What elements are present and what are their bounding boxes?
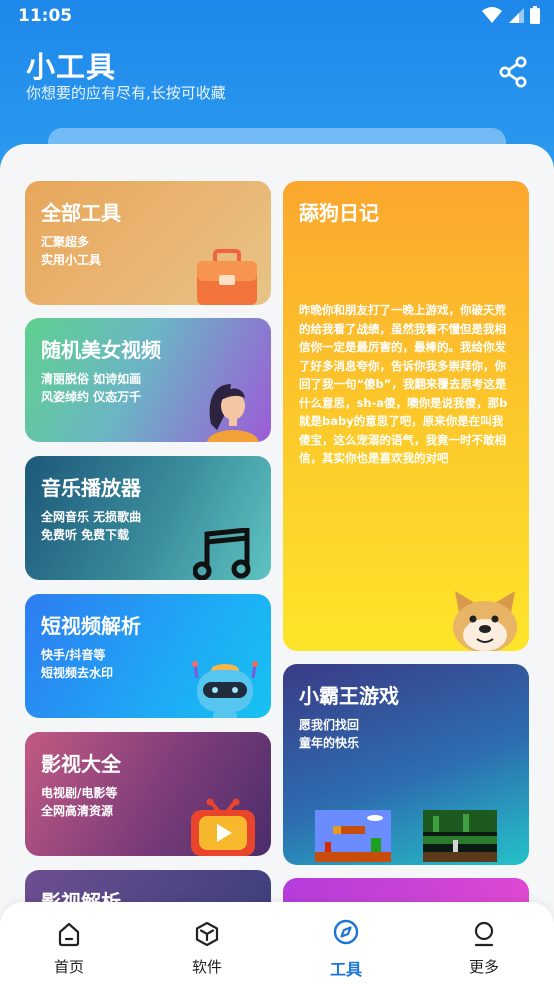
status-icons (482, 6, 540, 24)
wifi-icon (482, 7, 502, 23)
card-music-player[interactable]: 音乐播放器 全网音乐 无损歌曲 免费听 免费下载 (25, 456, 271, 580)
tab-more[interactable]: 更多 (434, 902, 534, 984)
card-desc: 电视剧/电影等 全网高清资源 (41, 786, 118, 818)
card-title: 影视大全 (41, 752, 121, 776)
cube-icon (195, 921, 219, 947)
music-note-icon (193, 528, 251, 580)
tab-label: 首页 (53, 958, 84, 976)
girl-illustration-icon (207, 384, 259, 442)
status-time: 11:05 (18, 6, 73, 26)
tab-label: 工具 (329, 960, 362, 979)
card-movie-collection[interactable]: 影视大全 电视剧/电影等 全网高清资源 (25, 732, 271, 856)
mario-game-thumbnail-icon (315, 810, 391, 862)
toolbox-icon (197, 249, 257, 305)
compass-icon (333, 919, 359, 945)
tab-label: 更多 (468, 958, 499, 976)
bottom-tab-bar: 首页 软件 工具 更多 (0, 902, 554, 984)
battery-icon (530, 6, 540, 24)
robot-icon (192, 661, 258, 718)
status-bar: 11:05 (0, 0, 554, 32)
tab-label: 软件 (191, 958, 222, 976)
tv-play-icon (191, 798, 255, 856)
card-desc: 全网音乐 无损歌曲 免费听 免费下载 (41, 510, 142, 542)
card-licking-dog-diary[interactable]: 舔狗日记 昨晚你和朋友打了一晚上游戏，你破天荒的给我看了战绩，虽然我看不懂但是我… (283, 181, 529, 651)
card-desc: 汇聚超多 实用小工具 (41, 235, 102, 267)
card-desc: 清丽脱俗 如诗如画 风姿绰约 仪态万千 (41, 372, 142, 404)
card-desc: 快手/抖音等 短视频去水印 (41, 648, 114, 680)
card-all-tools[interactable]: 全部工具 汇聚超多 实用小工具 (25, 181, 271, 305)
home-icon (58, 922, 80, 947)
card-title: 随机美女视频 (41, 338, 161, 362)
share-icon[interactable] (498, 56, 528, 88)
person-icon (474, 921, 494, 947)
contra-game-thumbnail-icon (423, 810, 497, 862)
card-desc: 昨晚你和朋友打了一晚上游戏，你破天荒的给我看了战绩，虽然我看不懂但是我相信你一定… (299, 303, 508, 465)
card-title: 舔狗日记 (299, 201, 379, 225)
card-title: 短视频解析 (41, 614, 141, 638)
card-short-video-parse[interactable]: 短视频解析 快手/抖音等 短视频去水印 (25, 594, 271, 718)
card-title: 全部工具 (41, 201, 121, 225)
page-title: 小工具 (26, 50, 117, 84)
card-random-video[interactable]: 随机美女视频 清丽脱俗 如诗如画 风姿绰约 仪态万千 (25, 318, 271, 442)
tab-tools[interactable]: 工具 (296, 902, 396, 984)
tab-software[interactable]: 软件 (157, 902, 257, 984)
page-subtitle: 你想要的应有尽有,长按可收藏 (26, 84, 226, 102)
card-nes-games[interactable]: 小霸王游戏 愿我们找回 童年的快乐 (283, 664, 529, 865)
signal-icon (509, 8, 524, 23)
card-title: 音乐播放器 (41, 476, 141, 500)
tab-home[interactable]: 首页 (19, 902, 119, 984)
card-desc: 愿我们找回 童年的快乐 (299, 718, 360, 750)
doge-icon (453, 591, 517, 651)
card-title: 小霸王游戏 (299, 684, 399, 708)
